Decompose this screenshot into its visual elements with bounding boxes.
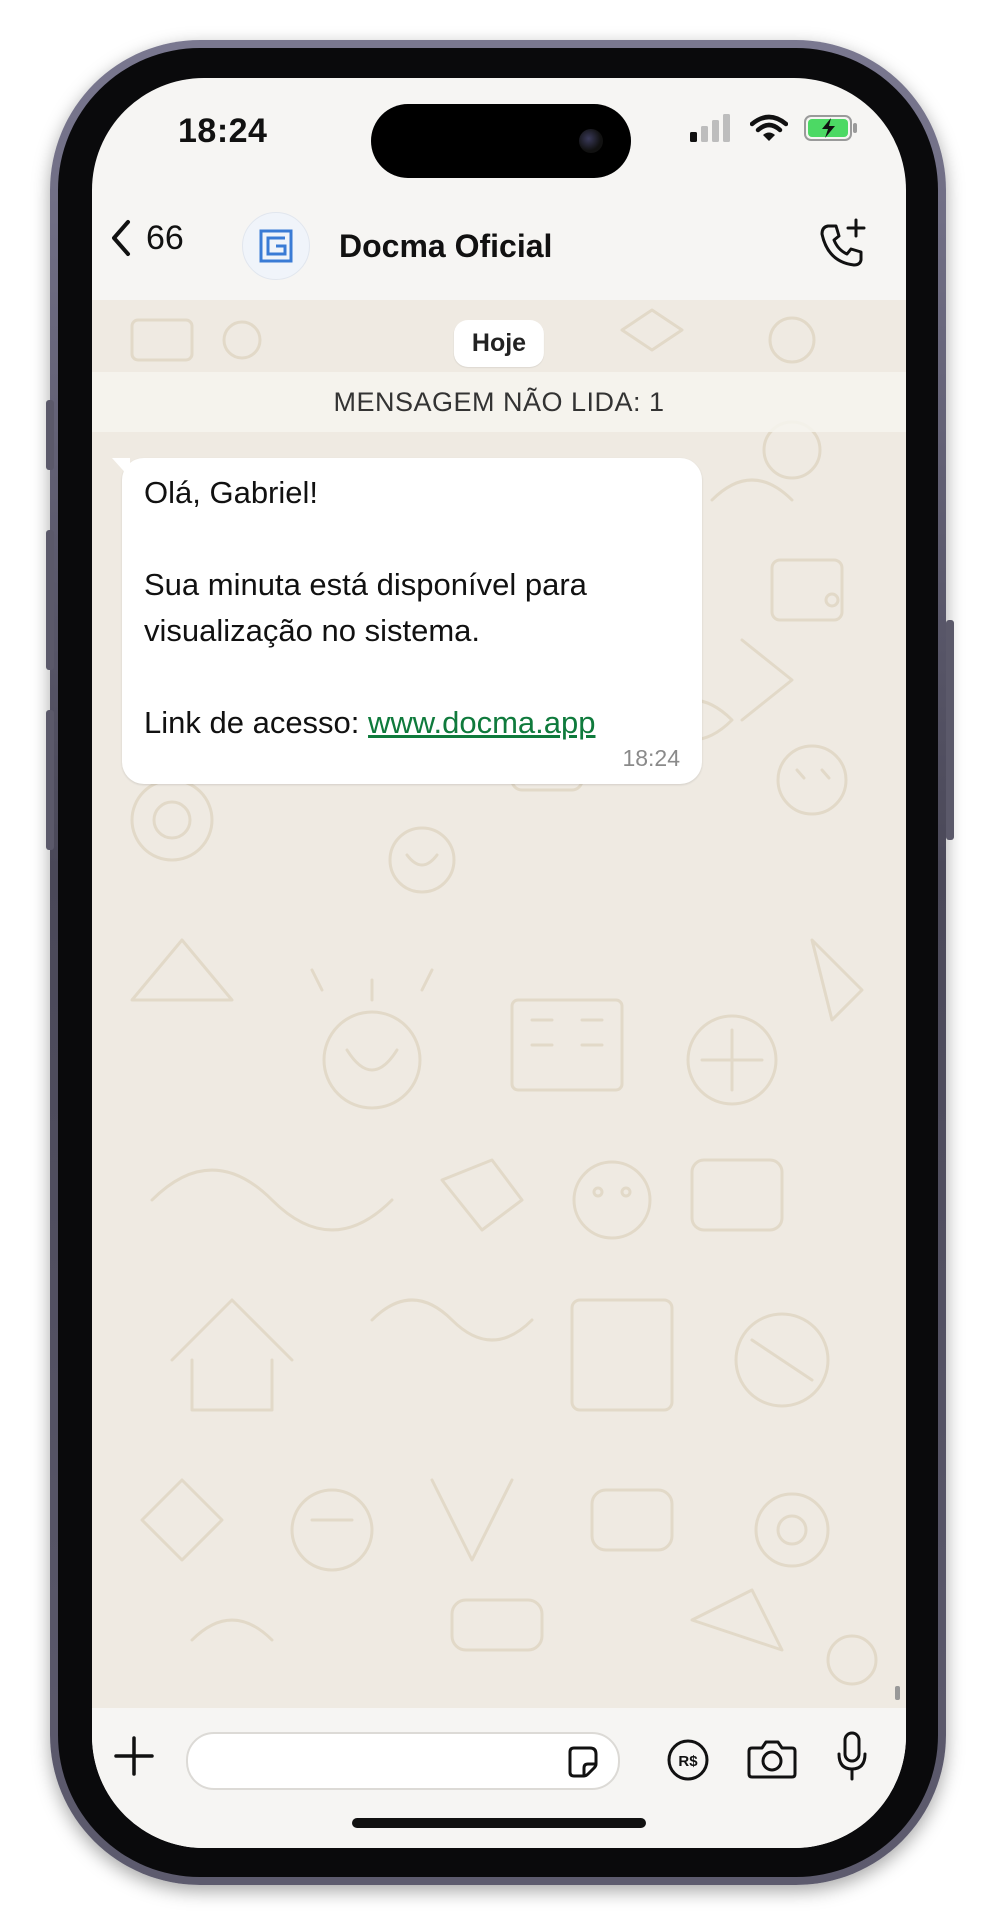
camera-button[interactable] xyxy=(746,1736,798,1787)
camera-icon xyxy=(747,1740,797,1779)
plus-icon xyxy=(114,1736,154,1776)
home-indicator[interactable] xyxy=(352,1818,646,1828)
back-button[interactable]: 66 xyxy=(108,218,184,258)
incoming-message-bubble[interactable]: Olá, Gabriel! Sua minuta está disponível… xyxy=(112,458,702,784)
message-time: 18:24 xyxy=(622,745,680,771)
scroll-indicator[interactable] xyxy=(895,1686,900,1700)
wifi-icon xyxy=(750,114,788,141)
battery-charging-icon xyxy=(804,115,857,141)
contact-avatar[interactable] xyxy=(242,212,310,280)
chat-area[interactable]: Hoje MENSAGEM NÃO LIDA: 1 Olá, Gabriel! … xyxy=(92,300,906,1708)
power-button xyxy=(946,620,954,840)
contact-name[interactable]: Docma Oficial xyxy=(339,228,552,265)
unread-messages-banner: MENSAGEM NÃO LIDA: 1 xyxy=(92,372,906,432)
unread-chats-count: 66 xyxy=(146,218,184,257)
microphone-button[interactable] xyxy=(834,1730,870,1789)
payment-button[interactable]: R$ xyxy=(666,1738,710,1787)
phone-screen: 18:24 66 Docma Oficial Hoje MENSAGEM NÃO… xyxy=(92,78,906,1848)
message-body: Sua minuta está disponível para visualiz… xyxy=(144,567,587,648)
volume-up-button xyxy=(46,530,54,670)
message-input[interactable] xyxy=(206,1740,550,1782)
docma-logo-icon xyxy=(259,229,293,263)
status-time: 18:24 xyxy=(178,112,268,150)
brl-payment-icon: R$ xyxy=(667,1739,709,1781)
date-divider: Hoje xyxy=(453,320,545,367)
chevron-left-icon xyxy=(112,220,130,256)
action-button xyxy=(46,400,54,470)
message-input-field[interactable] xyxy=(186,1732,620,1790)
volume-down-button xyxy=(46,710,54,850)
message-text: Olá, Gabriel! Sua minuta está disponível… xyxy=(144,470,682,746)
message-link[interactable]: www.docma.app xyxy=(368,705,595,740)
phone-add-icon xyxy=(820,218,866,267)
dynamic-island xyxy=(371,104,631,178)
status-icons xyxy=(690,114,860,142)
message-greeting: Olá, Gabriel! xyxy=(144,475,319,510)
attach-button[interactable] xyxy=(110,1732,158,1785)
sticker-icon xyxy=(568,1746,598,1778)
svg-text:R$: R$ xyxy=(678,1753,698,1770)
chat-header: 66 Docma Oficial xyxy=(92,190,906,301)
cellular-signal-icon xyxy=(690,114,730,142)
bubble-tail xyxy=(112,458,130,478)
message-link-prefix: Link de acesso: xyxy=(144,705,369,740)
sticker-button[interactable] xyxy=(564,1744,600,1785)
call-button[interactable] xyxy=(814,216,870,277)
front-camera xyxy=(579,129,603,153)
microphone-icon xyxy=(837,1731,867,1781)
